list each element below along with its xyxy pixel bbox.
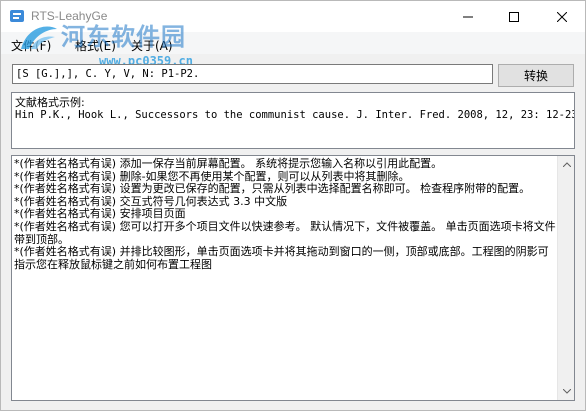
log-area[interactable]: *(作者姓名格式有误) 添加一保存当前屏幕配置。 系统将提示您输入名称以引用此配…: [11, 155, 575, 401]
log-line: *(作者姓名格式有误) 添加一保存当前屏幕配置。 系统将提示您输入名称以引用此配…: [14, 157, 443, 170]
vertical-scrollbar[interactable]: [557, 156, 574, 400]
watermark-text: 河东软件园: [61, 23, 186, 51]
minimize-icon: [463, 16, 473, 17]
scroll-down-button[interactable]: [558, 383, 574, 400]
log-line: *(作者姓名格式有误) 设置为更改已保存的配置，只需从列表中选择配置名称即可。 …: [14, 182, 531, 196]
app-window: RTS-LeahyGe 文件(F) 格式(E) 关于(A) 河东软件园 www.…: [0, 0, 586, 411]
log-line: *(作者姓名格式有误) 您可以打开多个项目文件以快速参考。 默认情况下，文件被覆…: [14, 219, 556, 246]
example-label: 文献格式示例:: [15, 96, 85, 109]
format-input[interactable]: [S [G.],], C. Y, V, N: P1-P2.: [12, 64, 493, 84]
minimize-button[interactable]: [445, 1, 491, 32]
log-line: *(作者姓名格式有误) 并排比较图形，单击页面选项卡并将其拖动到窗口的一侧，顶部…: [14, 245, 549, 271]
close-icon: [557, 11, 567, 22]
watermark-logo-icon: [21, 26, 57, 49]
maximize-icon: [509, 11, 519, 22]
maximize-button[interactable]: [491, 1, 537, 32]
example-text: Hin P.K., Hook L., Successors to the com…: [15, 109, 575, 121]
example-box: 文献格式示例: Hin P.K., Hook L., Successors to…: [11, 92, 575, 149]
close-button[interactable]: [539, 1, 585, 32]
scroll-up-button[interactable]: [558, 156, 574, 173]
convert-button[interactable]: 转换: [498, 64, 574, 87]
chevron-down-icon: [562, 389, 571, 394]
log-content: *(作者姓名格式有误) 添加一保存当前屏幕配置。 系统将提示您输入名称以引用此配…: [14, 157, 557, 271]
chevron-up-icon: [562, 162, 571, 167]
